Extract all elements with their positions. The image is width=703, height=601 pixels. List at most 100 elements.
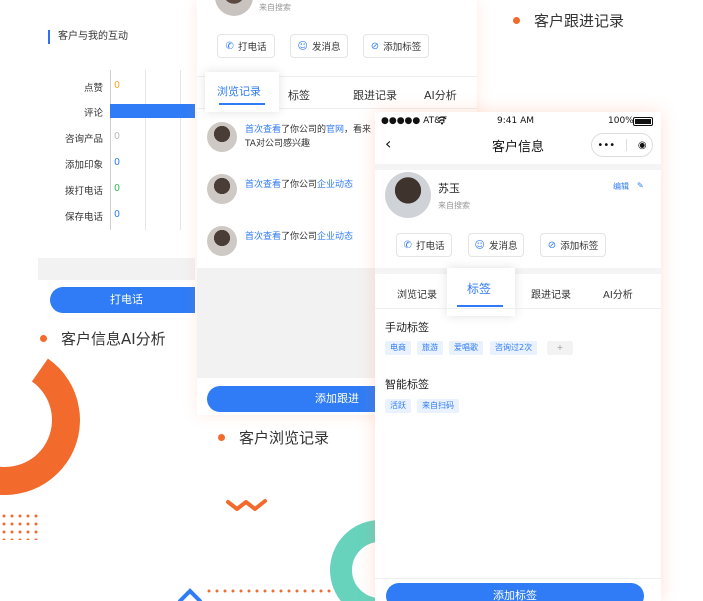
divider — [375, 578, 661, 579]
manual-tags-title: 手动标签 — [385, 321, 429, 334]
wifi-icon — [437, 116, 447, 125]
record-target: 企业动态 — [317, 232, 354, 242]
message-button[interactable]: ☺ 发消息 — [468, 233, 524, 257]
tab-follow-up[interactable]: 跟进记录 — [353, 87, 397, 103]
tag-chip[interactable]: 咨询过2次 — [490, 341, 538, 355]
tab-ai-analysis[interactable]: AI分析 — [424, 87, 457, 103]
divider — [375, 308, 661, 309]
tag-chip[interactable]: 来自扫码 — [417, 399, 459, 413]
record-note: TA对公司感兴趣 — [245, 139, 310, 149]
caption-browse-records: 客户浏览记录 — [218, 427, 329, 448]
row-label: 保存电话 — [64, 212, 103, 223]
row-label: 拨打电话 — [64, 186, 103, 197]
divider-strip — [38, 258, 195, 280]
decorative-blue-triangle — [178, 588, 202, 601]
mini-program-capsule: ••• ◉ — [591, 133, 653, 157]
chart-axis — [110, 70, 111, 230]
call-label: 打电话 — [415, 241, 445, 252]
browse-record[interactable]: 首次查看了你公司企业动态 — [245, 230, 353, 244]
record-avatar — [207, 174, 237, 204]
interaction-row: 保存电话 0 — [38, 207, 195, 223]
section-separator — [375, 268, 661, 274]
caption-follow-records: 客户跟进记录 — [513, 10, 624, 31]
status-bar: ●●●●● AT&T 9:41 AM 100% — [375, 112, 661, 132]
record-target: 企业动态 — [317, 180, 354, 190]
add-tag-button[interactable]: ⊘ 添加标签 — [540, 233, 606, 257]
record-avatar — [207, 122, 237, 152]
message-icon: ☺ — [297, 40, 308, 52]
section-separator — [375, 164, 661, 170]
message-button[interactable]: ☺ 发消息 — [290, 34, 348, 58]
bullet-dot — [218, 434, 225, 441]
status-time: 9:41 AM — [497, 116, 534, 126]
interaction-row: 拨打电话 0 — [38, 181, 195, 197]
tab-browse-records[interactable]: 浏览记录 — [397, 286, 437, 301]
battery-icon — [633, 117, 653, 126]
edit-link[interactable]: 编辑 ✎ — [613, 181, 644, 192]
interaction-row: 添加印象 0 — [38, 155, 195, 171]
edit-icon: ✎ — [637, 181, 644, 190]
row-value: 0 — [114, 209, 121, 220]
smart-tags-title: 智能标签 — [385, 378, 429, 391]
interaction-title: 客户与我的互动 — [48, 30, 128, 44]
tag-chip[interactable]: 旅游 — [417, 341, 443, 355]
edit-label: 编辑 — [613, 182, 629, 191]
record-text: 了你公司的 — [281, 125, 327, 135]
customer-avatar — [385, 172, 431, 218]
customer-avatar — [215, 0, 253, 16]
interaction-row: 点赞 0 — [38, 78, 195, 94]
interaction-row: 评论 — [38, 103, 195, 119]
battery-percent: 100% — [608, 116, 634, 126]
capsule-divider — [625, 139, 627, 151]
row-label: 评论 — [83, 108, 103, 119]
record-target: 官网 — [326, 125, 345, 135]
caption-text: 客户浏览记录 — [239, 429, 330, 447]
row-label: 添加印象 — [64, 160, 103, 171]
browse-record[interactable]: 首次查看了你公司企业动态 — [245, 178, 353, 192]
tag-chip[interactable]: 爱唱歌 — [449, 341, 483, 355]
record-action: 首次查看 — [245, 125, 282, 135]
customer-source: 来自搜索 — [438, 201, 470, 210]
tab-follow-up[interactable]: 跟进记录 — [531, 286, 571, 301]
decorative-dot-grid — [0, 512, 40, 540]
caption-text: 客户跟进记录 — [534, 12, 625, 30]
chart-gridline — [145, 70, 146, 230]
call-button[interactable]: ✆ 打电话 — [396, 233, 452, 257]
decorative-dot-row — [205, 588, 355, 594]
call-label: 打电话 — [237, 42, 267, 53]
add-tag-bottom-button[interactable]: 添加标签 — [386, 583, 644, 601]
record-action: 首次查看 — [245, 232, 282, 242]
record-text: 了你公司 — [281, 180, 318, 190]
tab-browse-records[interactable]: 浏览记录 — [217, 83, 261, 99]
message-icon: ☺ — [474, 239, 485, 251]
decorative-orange-arc — [0, 333, 92, 507]
phone-icon: ✆ — [403, 239, 412, 251]
tag-chip[interactable]: 活跃 — [385, 399, 411, 413]
add-tag-plus-button[interactable]: + — [547, 341, 573, 355]
call-button[interactable]: ✆ 打电话 — [217, 34, 275, 58]
customer-name: 苏玉 — [438, 182, 460, 195]
tab-tags[interactable]: 标签 — [467, 280, 491, 297]
decorative-zigzag — [226, 499, 267, 511]
browse-record[interactable]: 首次查看了你公司的官网，看来 TA对公司感兴趣 — [245, 123, 371, 151]
message-label: 发消息 — [311, 42, 341, 53]
row-value: 0 — [114, 157, 121, 168]
row-value: 0 — [114, 131, 121, 142]
tag-chip[interactable]: 电商 — [385, 341, 411, 355]
chart-gridline — [180, 70, 181, 230]
add-tag-button[interactable]: ⊘ 添加标签 — [363, 34, 429, 58]
record-action: 首次查看 — [245, 180, 282, 190]
row-value: 0 — [114, 183, 121, 194]
more-icon[interactable]: ••• — [597, 140, 615, 151]
add-tag-label: 添加标签 — [383, 42, 422, 53]
tab-tags[interactable]: 标签 — [288, 87, 310, 103]
record-avatar — [207, 226, 237, 256]
close-target-icon[interactable]: ◉ — [638, 140, 647, 151]
tab-underline — [457, 305, 503, 307]
interaction-row: 咨询产品 0 — [38, 129, 195, 145]
tab-ai-analysis[interactable]: AI分析 — [603, 286, 633, 301]
customer-source: 来自搜索 — [259, 3, 291, 12]
call-button[interactable]: 打电话 — [50, 287, 195, 313]
tab-underline — [219, 103, 265, 105]
message-label: 发消息 — [488, 241, 518, 252]
